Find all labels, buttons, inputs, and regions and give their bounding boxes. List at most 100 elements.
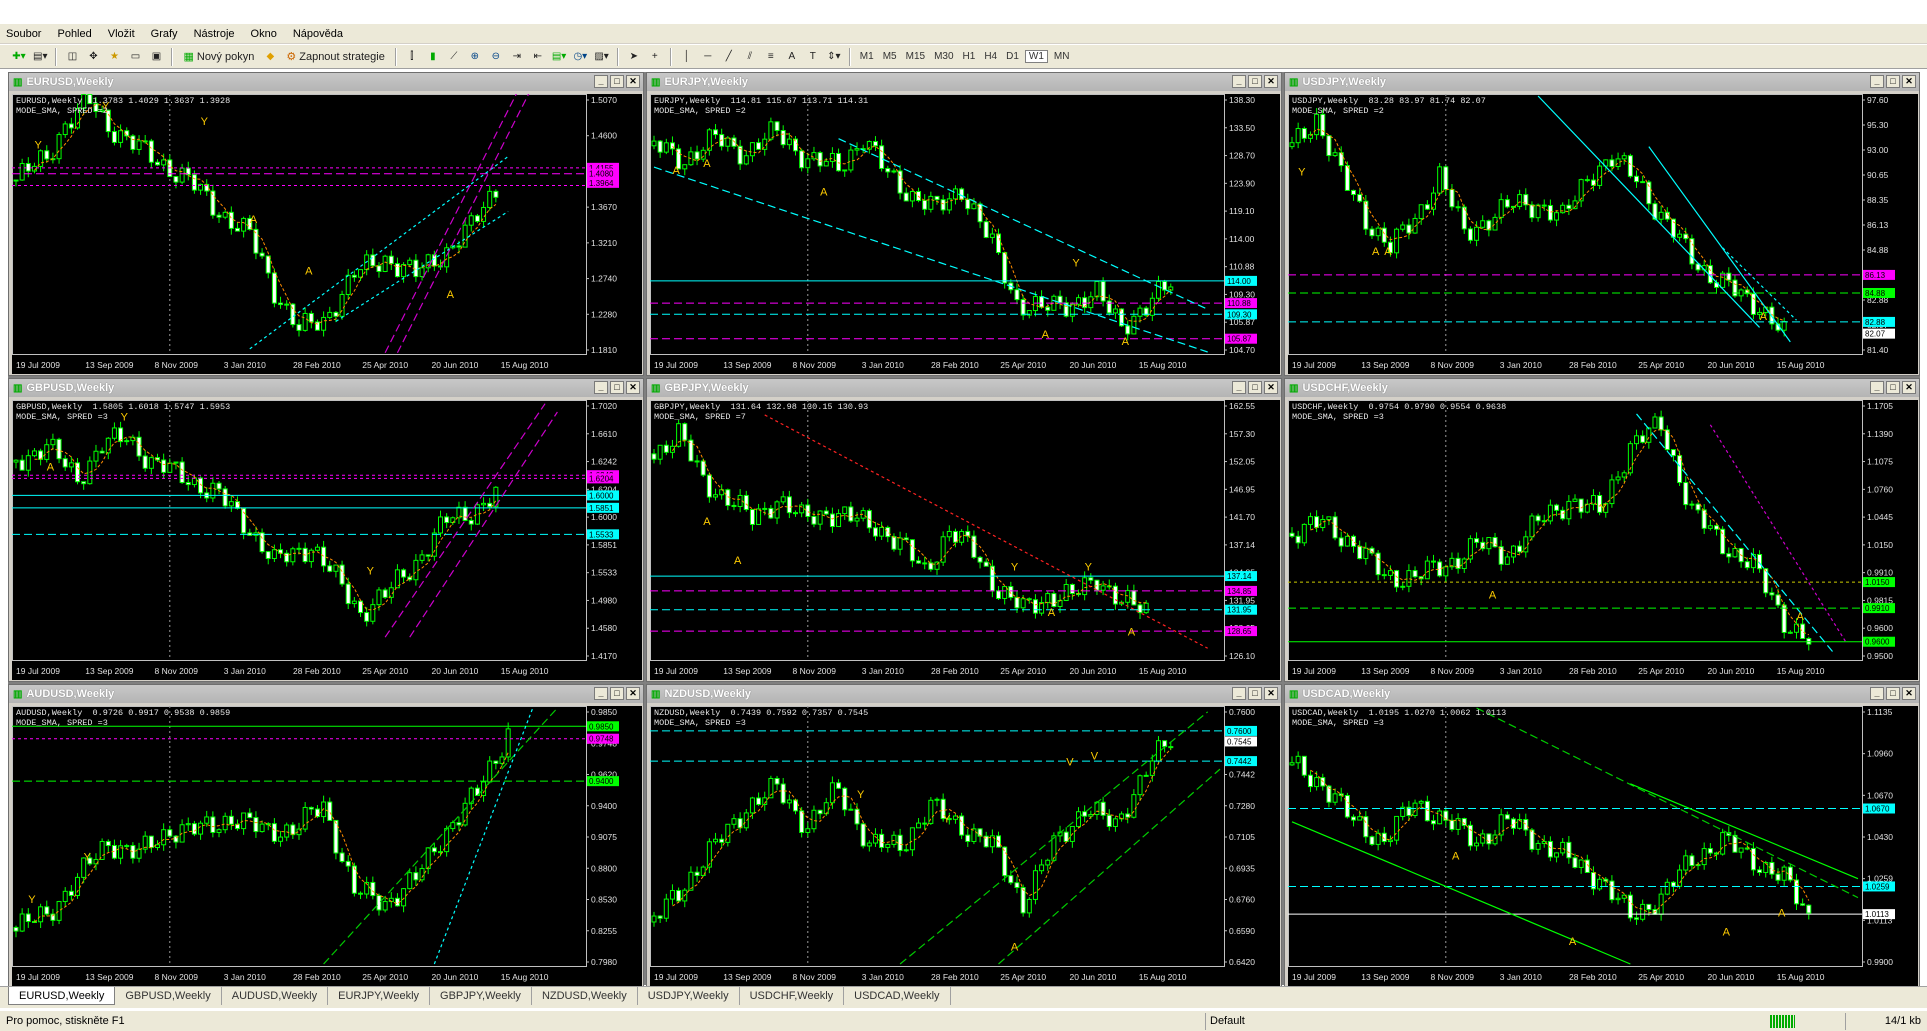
maximize-icon[interactable]: □	[1886, 75, 1900, 88]
close-icon[interactable]: ✕	[1902, 75, 1916, 88]
chart-window[interactable]: ▥NZDUSD,Weekly_□✕ YYAVV0.76000.75450.7442…	[646, 684, 1282, 988]
toggle-strategy-button[interactable]: ⚙ Zapnout strategie	[282, 47, 389, 66]
chart-window-titlebar[interactable]: ▥ GBPUSD,Weekly _ □ ✕	[9, 379, 643, 397]
text-icon[interactable]: A	[783, 47, 801, 66]
crosshair-icon[interactable]: +	[646, 47, 664, 66]
maximize-icon[interactable]: □	[610, 75, 624, 88]
chart-window-titlebar[interactable]: ▥ USDCHF,Weekly _ □ ✕	[1285, 379, 1919, 397]
vertical-line-icon[interactable]: │	[678, 47, 696, 66]
chart-window[interactable]: ▥EURUSD,Weekly_□✕ YYYAAA1.50701.46001.413…	[8, 72, 644, 376]
timeframe-h4[interactable]: H4	[981, 51, 1000, 62]
chart-window[interactable]: ▥ EURJPY,Weekly _ □ ✕ A A A A Y A 138.30 133.50 128.7…	[646, 72, 1282, 376]
candle-chart-icon[interactable]: ▮	[424, 47, 442, 66]
timeframe-d1[interactable]: D1	[1003, 51, 1022, 62]
price-chart[interactable]: A Y A 1.1705 1.1390 1.1075 1.0760 1.0445 1.0150 0…	[1288, 400, 1918, 680]
price-chart[interactable]: YYAVV0.76000.75450.74420.72800.71050.693…	[650, 706, 1280, 986]
price-chart[interactable]: A A Y A Y A 162.55 157.30 152.05 146.95 141.70 137.…	[650, 400, 1280, 680]
zoom-in-icon[interactable]: ⊕	[466, 47, 484, 66]
minimize-icon[interactable]: _	[594, 687, 608, 700]
label-icon[interactable]: T	[804, 47, 822, 66]
new-chart-icon[interactable]: ✚▾	[10, 47, 28, 66]
close-icon[interactable]: ✕	[626, 381, 640, 394]
close-icon[interactable]: ✕	[1264, 381, 1278, 394]
cursor-icon[interactable]: ➤	[625, 47, 643, 66]
chart-tab[interactable]: NZDUSD,Weekly	[532, 987, 638, 1005]
maximize-icon[interactable]: □	[1248, 75, 1262, 88]
close-icon[interactable]: ✕	[1902, 381, 1916, 394]
minimize-icon[interactable]: _	[594, 381, 608, 394]
close-icon[interactable]: ✕	[1264, 75, 1278, 88]
chart-tab[interactable]: GBPJPY,Weekly	[430, 987, 532, 1005]
menu-vlozit[interactable]: Vložit	[108, 28, 135, 40]
chart-window[interactable]: ▥ USDJPY,Weekly _ □ ✕ Y A A A 97.60 95.30 93.00 90.6…	[1284, 72, 1920, 376]
chart-window-titlebar[interactable]: ▥ AUDUSD,Weekly _ □ ✕	[9, 685, 643, 703]
arrows-icon[interactable]: ⇕▾	[825, 47, 843, 66]
chart-window-titlebar[interactable]: ▥ NZDUSD,Weekly _ □ ✕	[647, 685, 1281, 703]
menu-pohled[interactable]: Pohled	[57, 28, 91, 40]
profiles-icon[interactable]: ▤▾	[31, 47, 49, 66]
chart-window[interactable]: ▥ USDCAD,Weekly _ □ ✕ A A A A 1.1135 1.0960 1.0670 1…	[1284, 684, 1920, 988]
timeframe-mn[interactable]: MN	[1051, 51, 1073, 62]
periods-icon[interactable]: ◷▾	[571, 47, 589, 66]
market-watch-icon[interactable]: ◫	[63, 47, 81, 66]
minimize-icon[interactable]: _	[594, 75, 608, 88]
chart-tab[interactable]: AUDUSD,Weekly	[222, 987, 329, 1005]
chart-window[interactable]: ▥ USDCHF,Weekly _ □ ✕ A Y A 1.1705 1.1390 1.1075 1.…	[1284, 378, 1920, 682]
zoom-out-icon[interactable]: ⊖	[487, 47, 505, 66]
minimize-icon[interactable]: _	[1870, 381, 1884, 394]
chart-tab[interactable]: EURJPY,Weekly	[328, 987, 431, 1005]
chart-window-titlebar[interactable]: ▥ EURJPY,Weekly _ □ ✕	[647, 73, 1281, 91]
tester-icon[interactable]: ▣	[147, 47, 165, 66]
chart-tab[interactable]: USDJPY,Weekly	[638, 987, 740, 1005]
minimize-icon[interactable]: _	[1870, 75, 1884, 88]
close-icon[interactable]: ✕	[626, 75, 640, 88]
horizontal-line-icon[interactable]: ─	[699, 47, 717, 66]
indicators-icon[interactable]: ▤▾	[550, 47, 568, 66]
timeframe-m15[interactable]: M15	[903, 51, 928, 62]
price-chart[interactable]: Y A A A 97.60 95.30 93.00 90.65 88.35 86.13 84.88 8…	[1288, 94, 1918, 374]
minimize-icon[interactable]: _	[1232, 75, 1246, 88]
chart-window-titlebar[interactable]: ▥ EURUSD,Weekly _ □ ✕	[9, 73, 643, 91]
warning-icon[interactable]: ◆	[261, 47, 279, 66]
chart-window[interactable]: ▥AUDUSD,Weekly_□✕YY0.98500.97480.96200.9…	[8, 684, 644, 988]
price-chart[interactable]: YYYAAA1.50701.46001.41301.36701.32101.27…	[12, 94, 642, 374]
chart-window-titlebar[interactable]: ▥ GBPJPY,Weekly _ □ ✕	[647, 379, 1281, 397]
close-icon[interactable]: ✕	[1902, 687, 1916, 700]
menu-okno[interactable]: Okno	[251, 28, 277, 40]
menu-nastroje[interactable]: Nástroje	[194, 28, 235, 40]
minimize-icon[interactable]: _	[1232, 381, 1246, 394]
chart-tab[interactable]: USDCAD,Weekly	[844, 987, 951, 1005]
price-chart[interactable]: A Y Y 1.7020 1.6610 1.6242 1.6204 1.6000 1.5851 1…	[12, 400, 642, 680]
line-chart-icon[interactable]: ⟋	[445, 47, 463, 66]
channel-icon[interactable]: ⫽	[741, 47, 759, 66]
menu-grafy[interactable]: Grafy	[151, 28, 178, 40]
bar-chart-icon[interactable]: ⫿	[403, 47, 421, 66]
data-window-icon[interactable]: ✥	[84, 47, 102, 66]
chart-shift-icon[interactable]: ⇤	[529, 47, 547, 66]
timeframe-m5[interactable]: M5	[880, 51, 900, 62]
maximize-icon[interactable]: □	[610, 381, 624, 394]
chart-tab[interactable]: GBPUSD,Weekly	[115, 987, 222, 1005]
close-icon[interactable]: ✕	[626, 687, 640, 700]
maximize-icon[interactable]: □	[1886, 381, 1900, 394]
chart-window[interactable]: ▥ GBPUSD,Weekly _ □ ✕ A Y Y 1.7020 1.6610 1.6242 1.…	[8, 378, 644, 682]
chart-tab[interactable]: USDCHF,Weekly	[740, 987, 845, 1005]
trendline-icon[interactable]: ╱	[720, 47, 738, 66]
close-icon[interactable]: ✕	[1264, 687, 1278, 700]
timeframe-m30[interactable]: M30	[931, 51, 956, 62]
maximize-icon[interactable]: □	[1248, 381, 1262, 394]
timeframe-w1[interactable]: W1	[1024, 50, 1048, 63]
maximize-icon[interactable]: □	[1886, 687, 1900, 700]
price-chart[interactable]: A A A A 1.1135 1.0960 1.0670 1.0430 1.0259 1.0113…	[1288, 706, 1918, 986]
chart-tab[interactable]: EURUSD,Weekly	[8, 987, 116, 1005]
chart-window[interactable]: ▥ GBPJPY,Weekly _ □ ✕ A A Y A Y A 162.55 157.30 152.0…	[646, 378, 1282, 682]
menu-napoveda[interactable]: Nápověda	[293, 28, 343, 40]
minimize-icon[interactable]: _	[1870, 687, 1884, 700]
timeframe-m1[interactable]: M1	[857, 51, 877, 62]
minimize-icon[interactable]: _	[1232, 687, 1246, 700]
timeframe-h1[interactable]: H1	[960, 51, 979, 62]
autoscroll-icon[interactable]: ⇥	[508, 47, 526, 66]
chart-window-titlebar[interactable]: ▥ USDJPY,Weekly _ □ ✕	[1285, 73, 1919, 91]
maximize-icon[interactable]: □	[1248, 687, 1262, 700]
maximize-icon[interactable]: □	[610, 687, 624, 700]
